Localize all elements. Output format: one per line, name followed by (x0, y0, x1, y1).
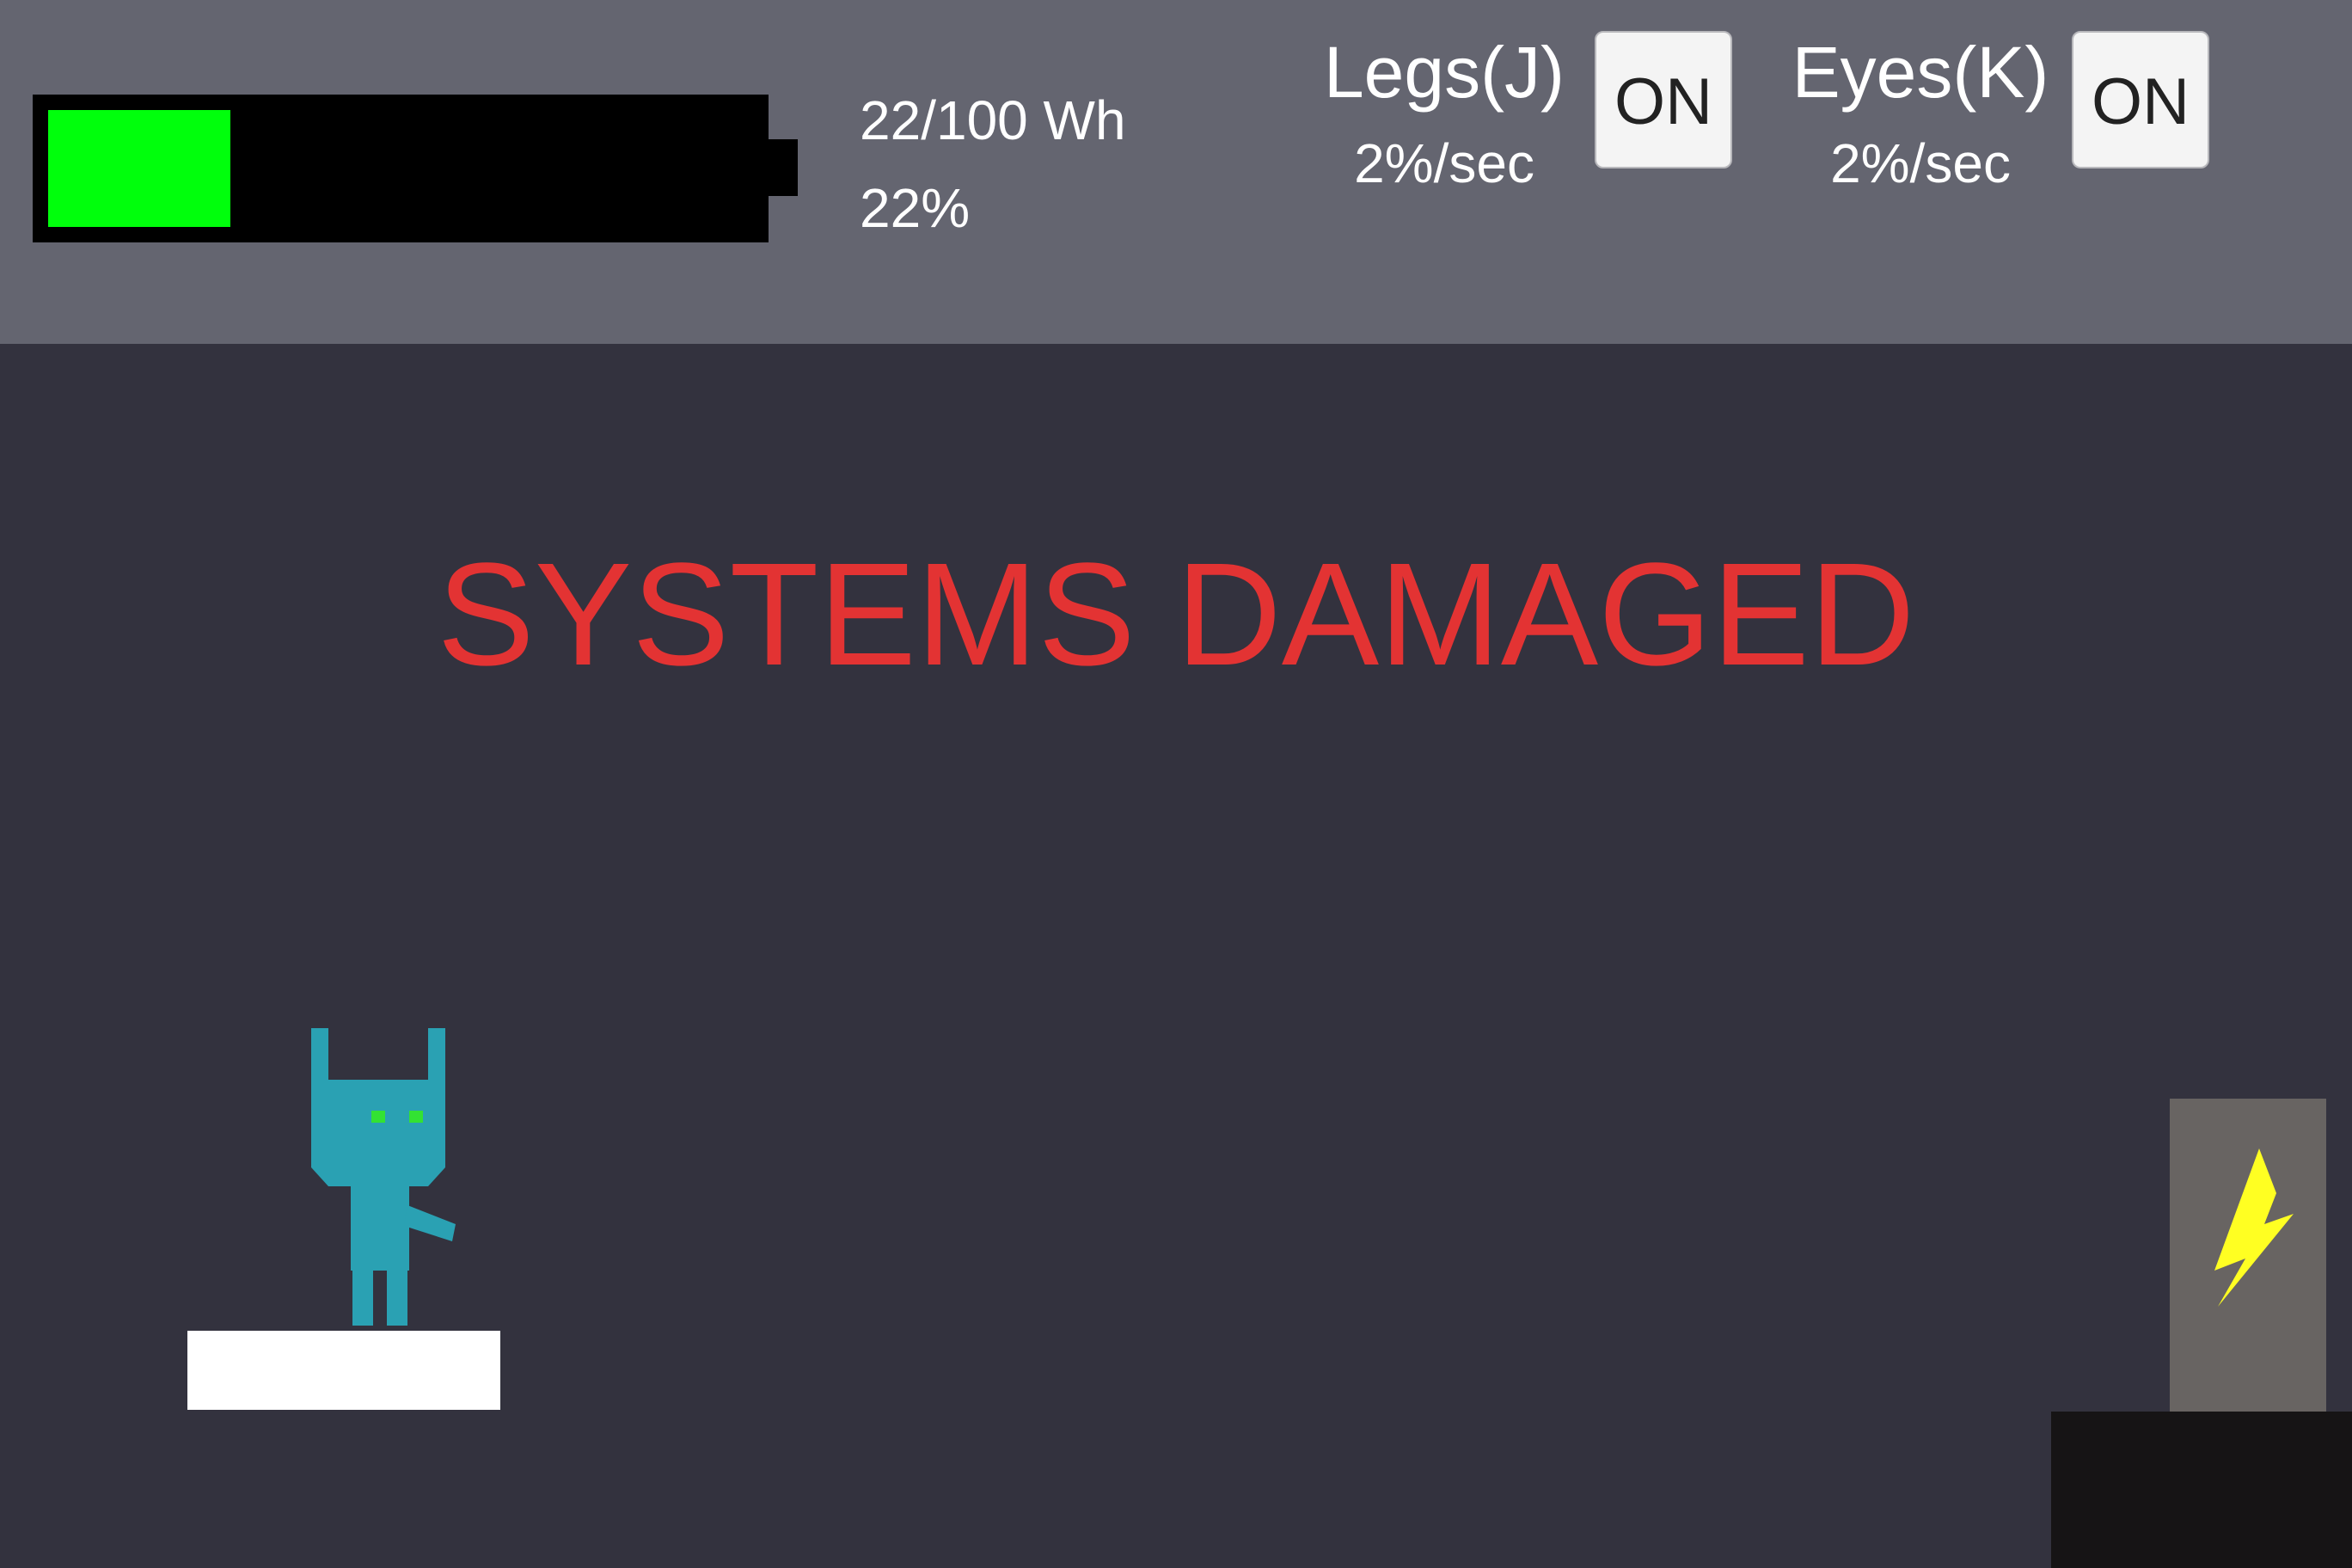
status-message: SYSTEMS DAMAGED (437, 533, 1915, 696)
robot-body (311, 1028, 456, 1326)
legs-system-label: Legs(J) (1323, 32, 1565, 113)
battery-meter (33, 95, 769, 242)
charging-station (2170, 1099, 2326, 1412)
eyes-drain-rate: 2%/sec (1830, 132, 2011, 194)
battery-fill-track (48, 110, 753, 227)
eyes-toggle-button[interactable]: ON (2072, 31, 2209, 168)
robot-player (311, 1028, 456, 1326)
legs-drain-rate: 2%/sec (1354, 132, 1534, 194)
energy-percent-text: 22% (860, 177, 971, 239)
battery-terminal (767, 139, 798, 196)
ground-block (2051, 1412, 2352, 1568)
legs-toggle-button[interactable]: ON (1595, 31, 1732, 168)
battery-level-fill (48, 110, 231, 227)
start-platform (187, 1331, 500, 1410)
energy-amount-text: 22/100 Wh (860, 89, 1126, 151)
eyes-system-label: Eyes(K) (1792, 32, 2049, 113)
hud-bar: 22/100 Wh 22% Legs(J) 2%/sec ON Eyes(K) … (0, 0, 2352, 344)
lightning-bolt-icon (2214, 1148, 2294, 1307)
